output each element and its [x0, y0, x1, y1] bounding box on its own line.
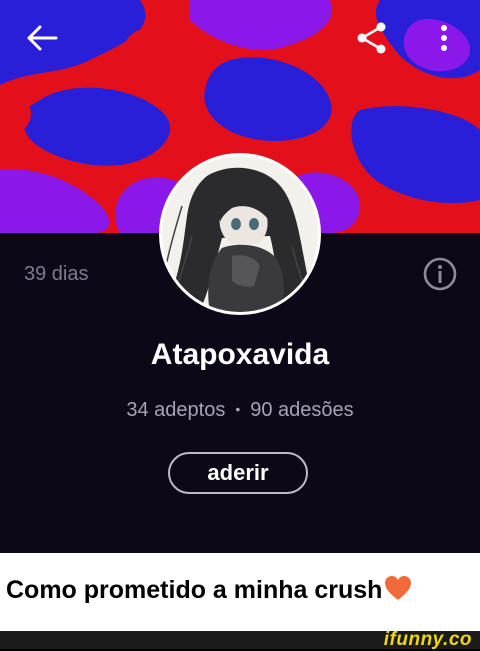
community-profile-screen: 39 dias Atapoxavida 34 adeptos • 90 adesõe…: [0, 0, 480, 553]
share-button[interactable]: [350, 18, 394, 58]
followers-count[interactable]: 34 adeptos: [126, 399, 225, 421]
meme-caption: Como prometido a minha crush: [0, 553, 480, 631]
profile-name: Atapoxavida: [150, 338, 330, 371]
arrow-left-icon: [27, 25, 58, 51]
membership-duration: 39 dias: [24, 263, 89, 285]
profile-avatar[interactable]: [162, 156, 318, 312]
caption-text: Como prometido a minha crush: [6, 576, 383, 604]
join-button[interactable]: aderir: [168, 452, 308, 494]
profile-stats: 34 adeptos • 90 adesões: [0, 399, 480, 422]
ifunny-watermark: ifunny.co: [383, 629, 472, 650]
more-options-button[interactable]: [422, 18, 466, 58]
watermark-bar: ifunny.co: [0, 629, 480, 650]
share-icon: [357, 22, 386, 54]
stats-separator: •: [235, 401, 241, 417]
info-icon: [423, 257, 457, 291]
more-vertical-icon: [441, 25, 447, 51]
back-button[interactable]: [20, 18, 64, 58]
info-button[interactable]: [422, 256, 458, 292]
heart-icon: [385, 576, 412, 600]
joins-count[interactable]: 90 adesões: [250, 399, 353, 421]
